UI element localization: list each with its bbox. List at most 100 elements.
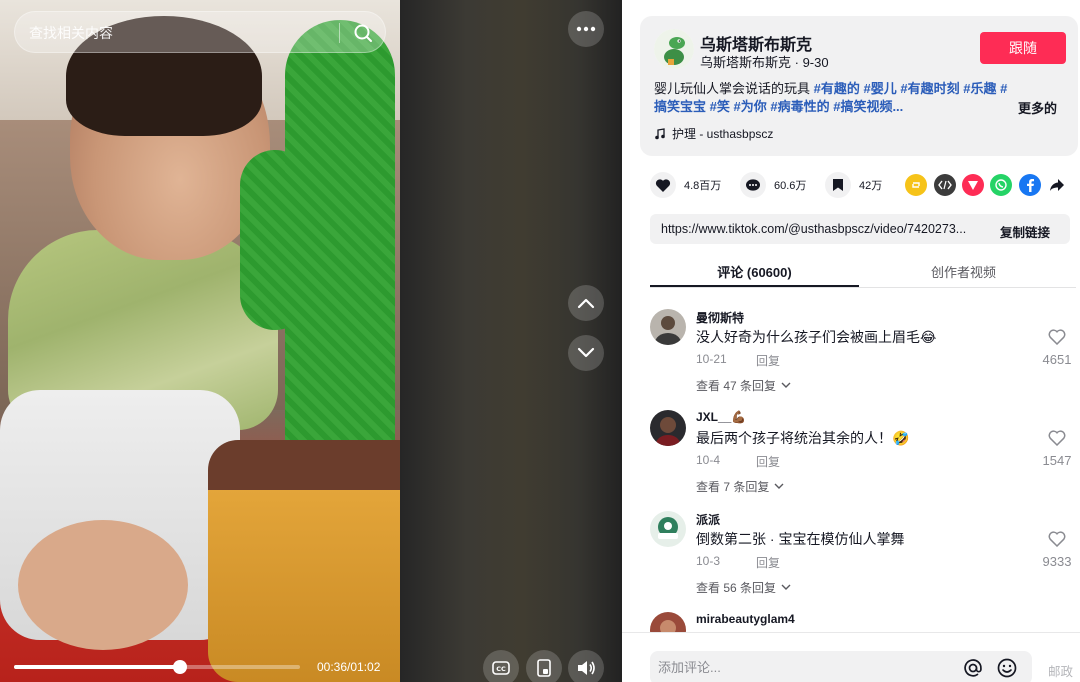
caption-text: 婴儿玩仙人掌会说话的玩具 bbox=[654, 81, 811, 96]
comment-item: JXL__💪🏾 最后两个孩子将统治其余的人！🤣 10-4 回复 查看 7 条回复… bbox=[650, 410, 1076, 510]
comment-like-button[interactable]: 1547 bbox=[1040, 430, 1074, 468]
video-cactus-pot bbox=[208, 440, 400, 682]
comment-author[interactable]: 派派 bbox=[696, 511, 720, 528]
reply-button[interactable]: 回复 bbox=[756, 554, 780, 571]
commenter-avatar[interactable] bbox=[650, 309, 686, 345]
tab-comments[interactable]: 评论 (60600) bbox=[650, 262, 859, 281]
more-options-button[interactable] bbox=[568, 11, 604, 47]
search-bar[interactable] bbox=[14, 11, 386, 53]
like-button[interactable] bbox=[650, 172, 676, 198]
comment-tabs: 评论 (60600) 创作者视频 bbox=[650, 254, 1076, 288]
commenter-avatar[interactable] bbox=[650, 410, 686, 446]
view-replies-label: 查看 7 条回复 bbox=[696, 480, 770, 494]
more-icon bbox=[576, 26, 596, 32]
comment-button[interactable] bbox=[740, 172, 766, 198]
follow-button[interactable]: 跟随 bbox=[980, 32, 1066, 64]
view-replies-button[interactable]: 查看 47 条回复 bbox=[696, 377, 791, 394]
paper-plane-icon bbox=[968, 181, 978, 190]
hashtag[interactable]: #婴儿 bbox=[864, 81, 897, 96]
at-sign-icon bbox=[964, 659, 982, 677]
comment-like-button[interactable]: 9333 bbox=[1040, 531, 1074, 569]
like-count: 4.8百万 bbox=[684, 180, 722, 192]
hashtag[interactable]: #有趣时刻 bbox=[900, 81, 959, 96]
comment-like-button[interactable]: 4651 bbox=[1040, 329, 1074, 367]
comment-composer: 邮政 bbox=[622, 632, 1080, 682]
hashtag[interactable]: #乐趣 bbox=[963, 81, 996, 96]
search-button[interactable] bbox=[349, 19, 377, 47]
comment-count: 60.6万 bbox=[774, 180, 807, 192]
author-avatar[interactable] bbox=[654, 29, 694, 69]
next-video-button[interactable] bbox=[568, 335, 604, 371]
hashtag[interactable]: #有趣的 bbox=[814, 81, 860, 96]
post-comment-button[interactable]: 邮政 bbox=[1048, 661, 1073, 680]
whatsapp-share-button[interactable] bbox=[990, 174, 1012, 196]
heart-outline-icon bbox=[1048, 329, 1066, 346]
view-replies-label: 查看 47 条回复 bbox=[696, 379, 777, 393]
comment-like-count: 1547 bbox=[1042, 453, 1072, 468]
video-player[interactable]: 00:36/01:02 CC bbox=[0, 0, 622, 682]
progress-handle[interactable] bbox=[172, 660, 187, 674]
video-frame[interactable]: 00:36/01:02 bbox=[0, 0, 400, 682]
view-replies-label: 查看 56 条回复 bbox=[696, 581, 777, 595]
side-panel: 乌斯塔斯布斯克 乌斯塔斯布斯克 · 9-30 跟随 婴儿玩仙人掌会说话的玩具 #… bbox=[622, 0, 1080, 682]
tab-creator-videos[interactable]: 创作者视频 bbox=[859, 262, 1068, 281]
like-action[interactable]: 4.8百万 bbox=[650, 172, 721, 198]
music-note-icon bbox=[655, 127, 665, 139]
view-replies-button[interactable]: 查看 7 条回复 bbox=[696, 478, 784, 495]
author-handle[interactable]: 乌斯塔斯布斯克 bbox=[700, 55, 791, 70]
facebook-share-button[interactable] bbox=[1019, 174, 1041, 196]
comment-input[interactable] bbox=[658, 660, 938, 675]
comment-like-count: 9333 bbox=[1042, 554, 1072, 569]
commenter-avatar[interactable] bbox=[650, 511, 686, 547]
caption-more-link[interactable]: 更多的 bbox=[1018, 98, 1057, 117]
float-player-button[interactable] bbox=[526, 650, 562, 682]
volume-icon bbox=[578, 661, 595, 675]
author-subline: 乌斯塔斯布斯克 · 9-30 bbox=[700, 55, 829, 70]
search-divider bbox=[339, 23, 340, 43]
hashtag[interactable]: #搞笑视频... bbox=[833, 99, 903, 114]
hashtag[interactable]: #病毒性的 bbox=[770, 99, 829, 114]
hashtag[interactable]: #为你 bbox=[734, 99, 767, 114]
embed-button[interactable] bbox=[934, 174, 956, 196]
heart-outline-icon bbox=[1048, 430, 1066, 447]
more-share-button[interactable] bbox=[1046, 174, 1068, 196]
facebook-icon bbox=[1027, 179, 1034, 192]
copy-link-button[interactable]: 复制链接 bbox=[1000, 222, 1050, 241]
chevron-up-icon bbox=[577, 298, 595, 309]
video-url[interactable]: https://www.tiktok.com/@usthasbpscz/vide… bbox=[661, 222, 986, 236]
emoji-button[interactable] bbox=[996, 657, 1018, 679]
person-avatar-icon bbox=[650, 612, 686, 632]
comment-like-count: 4651 bbox=[1042, 352, 1072, 367]
save-action[interactable]: 42万 bbox=[825, 172, 882, 198]
commenter-avatar[interactable] bbox=[650, 612, 686, 632]
save-button[interactable] bbox=[825, 172, 851, 198]
view-replies-button[interactable]: 查看 56 条回复 bbox=[696, 579, 791, 596]
chevron-down-icon bbox=[774, 483, 784, 489]
repost-button[interactable] bbox=[905, 174, 927, 196]
music-label: 护理 - usthasbpscz bbox=[672, 127, 774, 141]
smiley-icon bbox=[997, 658, 1017, 678]
search-icon bbox=[354, 24, 372, 42]
person-avatar-icon bbox=[650, 309, 686, 345]
comment-author[interactable]: mirabeautyglam4 bbox=[696, 612, 795, 626]
search-input[interactable] bbox=[29, 23, 329, 43]
comment-author[interactable]: JXL__💪🏾 bbox=[696, 410, 746, 424]
mention-button[interactable] bbox=[962, 657, 984, 679]
send-to-friends-button[interactable] bbox=[962, 174, 984, 196]
music-link[interactable]: 护理 - usthasbpscz bbox=[654, 125, 773, 142]
action-bar: 4.8百万 60.6万 42万 bbox=[650, 172, 1070, 200]
comment-author[interactable]: 曼彻斯特 bbox=[696, 309, 744, 326]
reply-button[interactable]: 回复 bbox=[756, 453, 780, 470]
comment-input-box[interactable] bbox=[650, 651, 1032, 682]
comment-date: 10-3 bbox=[696, 554, 721, 568]
comment-action[interactable]: 60.6万 bbox=[740, 172, 806, 198]
badge-avatar-icon bbox=[650, 511, 686, 547]
hashtag[interactable]: #笑 bbox=[710, 99, 730, 114]
chevron-down-icon bbox=[781, 382, 791, 388]
reply-button[interactable]: 回复 bbox=[756, 352, 780, 369]
progress-bar[interactable] bbox=[14, 660, 300, 674]
volume-button[interactable] bbox=[568, 650, 604, 682]
captions-button[interactable]: CC bbox=[483, 650, 519, 682]
previous-video-button[interactable] bbox=[568, 285, 604, 321]
comment-bubble-icon bbox=[746, 178, 760, 191]
